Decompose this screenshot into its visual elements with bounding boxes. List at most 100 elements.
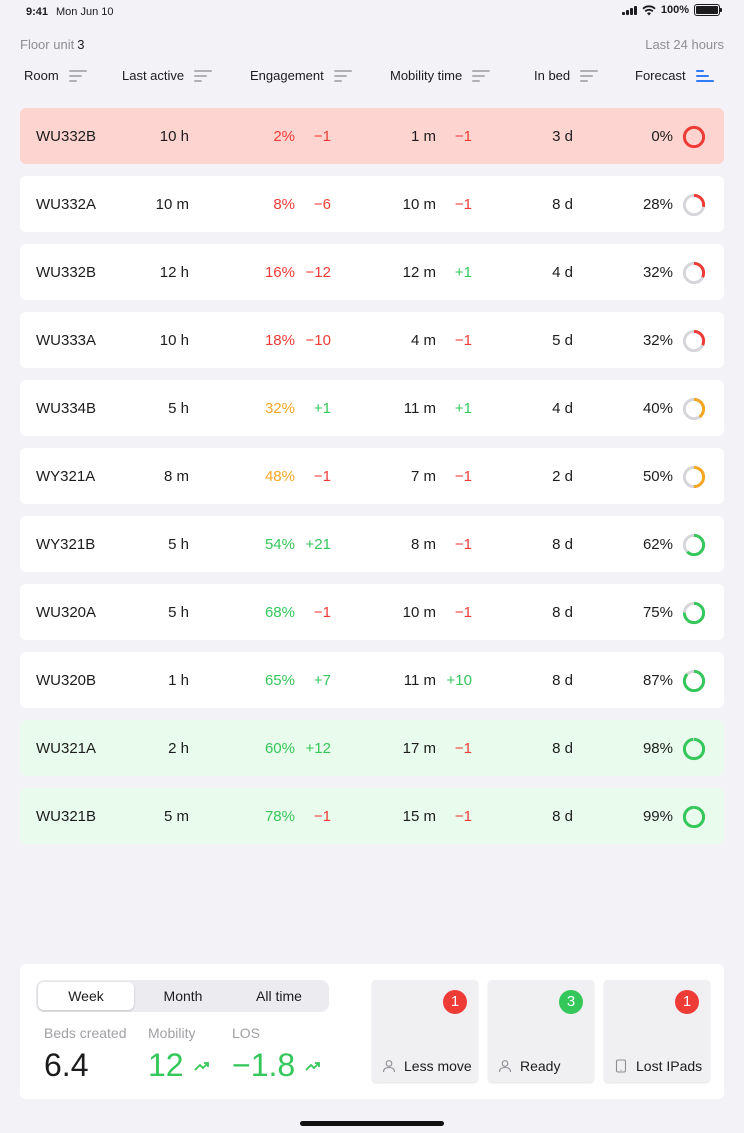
- in-bed-cell: 8 d: [552, 604, 573, 621]
- column-mobility-time[interactable]: Mobility time: [390, 68, 491, 83]
- sort-icon[interactable]: [333, 69, 352, 83]
- forecast-ring-icon: [682, 397, 706, 421]
- metric-mobility: Mobility 12: [148, 1025, 210, 1084]
- battery-icon: [694, 4, 722, 16]
- table-row[interactable]: WU320A 5 h 68% −1 10 m −1 8 d 75%: [20, 584, 724, 640]
- engagement-cell: 68%: [264, 604, 295, 621]
- forecast-cell: 98%: [642, 740, 673, 757]
- trend-up-icon: [305, 1061, 321, 1071]
- column-forecast[interactable]: Forecast: [635, 68, 714, 83]
- last-active-cell: 1 h: [168, 672, 189, 689]
- engagement-cell: 32%: [264, 400, 295, 417]
- engagement-delta-cell: +12: [305, 740, 331, 757]
- forecast-ring-icon: [682, 669, 706, 693]
- engagement-delta-cell: −10: [305, 332, 331, 349]
- table-row[interactable]: WU332A 10 m 8% −6 10 m −1 8 d 28%: [20, 176, 724, 232]
- mobility-delta-cell: −1: [454, 128, 472, 145]
- column-engagement[interactable]: Engagement: [250, 68, 352, 83]
- forecast-ring-icon: [682, 737, 706, 761]
- wifi-icon: [642, 4, 656, 15]
- room-cell: WU321B: [36, 808, 97, 825]
- table-row[interactable]: WU334B 5 h 32% +1 11 m +1 4 d 40%: [20, 380, 724, 436]
- engagement-cell: 16%: [264, 264, 295, 281]
- sort-icon[interactable]: [580, 69, 599, 83]
- mobility-delta-cell: −1: [454, 604, 472, 621]
- mobility-delta-cell: +1: [454, 264, 472, 281]
- last-active-cell: 5 h: [168, 604, 189, 621]
- mobility-delta-cell: +1: [454, 400, 472, 417]
- table-row[interactable]: WU321B 5 m 78% −1 15 m −1 8 d 99%: [20, 788, 724, 844]
- metric-value: −1.8: [232, 1047, 296, 1083]
- table-row[interactable]: WU332B 12 h 16% −12 12 m +1 4 d 32%: [20, 244, 724, 300]
- table-row[interactable]: WY321B 5 h 54% +21 8 m −1 8 d 62%: [20, 516, 724, 572]
- engagement-delta-cell: +7: [313, 672, 331, 689]
- mobility-cell: 15 m: [402, 808, 436, 825]
- table-row[interactable]: WY321A 8 m 48% −1 7 m −1 2 d 50%: [20, 448, 724, 504]
- card-label-row: Ready: [498, 1058, 560, 1074]
- card-label: Less move: [404, 1058, 472, 1074]
- time-range-label[interactable]: Last 24 hours: [645, 37, 724, 52]
- engagement-cell: 54%: [264, 536, 295, 553]
- in-bed-cell: 3 d: [552, 128, 573, 145]
- engagement-delta-cell: −1: [313, 604, 331, 621]
- card-label-row: Lost IPads: [614, 1058, 702, 1074]
- count-badge: 1: [675, 990, 699, 1014]
- status-time: 9:41: [26, 6, 49, 18]
- room-cell: WU332B: [36, 128, 97, 145]
- mobility-delta-cell: −1: [454, 332, 472, 349]
- sort-icon[interactable]: [194, 69, 213, 83]
- column-in-bed[interactable]: In bed: [534, 68, 599, 83]
- engagement-cell: 48%: [264, 468, 295, 485]
- sort-icon[interactable]: [472, 69, 491, 83]
- card-lost-ipads[interactable]: 1 Lost IPads: [604, 980, 710, 1082]
- tab-week[interactable]: Week: [38, 982, 134, 1010]
- metric-label: Mobility: [148, 1025, 196, 1041]
- last-active-cell: 10 h: [159, 332, 189, 349]
- forecast-cell: 32%: [642, 332, 673, 349]
- tab-all-time[interactable]: All time: [231, 982, 327, 1010]
- mobility-cell: 1 m: [410, 128, 436, 145]
- home-indicator[interactable]: [300, 1121, 444, 1126]
- tab-month[interactable]: Month: [135, 982, 231, 1010]
- trend-up-icon: [193, 1061, 209, 1071]
- forecast-ring-icon: [682, 533, 706, 557]
- engagement-delta-cell: −6: [313, 196, 331, 213]
- table-row[interactable]: WU320B 1 h 65% +7 11 m +10 8 d 87%: [20, 652, 724, 708]
- in-bed-cell: 5 d: [552, 332, 573, 349]
- in-bed-cell: 8 d: [552, 536, 573, 553]
- floor-unit-label: Floor unit 3: [20, 37, 84, 52]
- card-ready[interactable]: 3 Ready: [488, 980, 594, 1082]
- forecast-ring-icon: [682, 805, 706, 829]
- room-cell: WU332A: [36, 196, 97, 213]
- forecast-cell: 75%: [642, 604, 673, 621]
- mobility-cell: 17 m: [402, 740, 436, 757]
- status-right: 100%: [621, 4, 722, 16]
- column-last-active[interactable]: Last active: [122, 68, 213, 83]
- in-bed-cell: 8 d: [552, 196, 573, 213]
- engagement-delta-cell: −1: [313, 808, 331, 825]
- forecast-cell: 87%: [642, 672, 673, 689]
- card-less-move[interactable]: 1 Less move: [372, 980, 478, 1082]
- last-active-cell: 2 h: [168, 740, 189, 757]
- room-cell: WU320B: [36, 672, 97, 689]
- table-row[interactable]: WU321A 2 h 60% +12 17 m −1 8 d 98%: [20, 720, 724, 776]
- mobility-cell: 8 m: [410, 536, 436, 553]
- table-row[interactable]: WU332B 10 h 2% −1 1 m −1 3 d 0%: [20, 108, 724, 164]
- sort-active-icon[interactable]: [695, 69, 714, 83]
- metric-value-row: 12: [148, 1047, 210, 1084]
- mobility-cell: 10 m: [402, 604, 436, 621]
- column-room[interactable]: Room: [24, 68, 87, 83]
- summary-panel: Week Month All time Beds created 6.4 Mob…: [20, 964, 724, 1099]
- status-date: Mon Jun 10: [56, 6, 114, 18]
- column-label: Forecast: [635, 68, 686, 83]
- room-cell: WY321A: [36, 468, 96, 485]
- forecast-ring-icon: [682, 261, 706, 285]
- forecast-ring-icon: [682, 465, 706, 489]
- engagement-delta-cell: −1: [313, 468, 331, 485]
- last-active-cell: 5 h: [168, 400, 189, 417]
- room-cell: WU334B: [36, 400, 97, 417]
- sort-icon[interactable]: [68, 69, 87, 83]
- engagement-delta-cell: −12: [305, 264, 331, 281]
- metric-los: LOS −1.8: [232, 1025, 321, 1084]
- table-row[interactable]: WU333A 10 h 18% −10 4 m −1 5 d 32%: [20, 312, 724, 368]
